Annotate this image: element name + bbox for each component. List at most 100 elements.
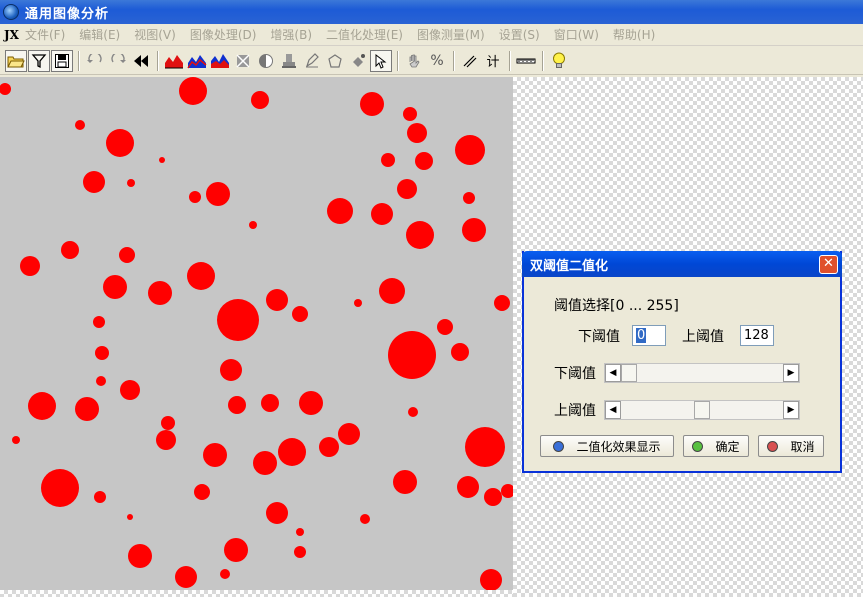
particle — [360, 92, 384, 116]
particle — [220, 359, 242, 381]
green-led-icon — [692, 440, 704, 452]
particle — [128, 544, 152, 568]
dialog-buttons: 二值化效果显示 确定 取消 — [540, 435, 824, 457]
particle — [224, 538, 248, 562]
rewind-icon[interactable] — [130, 50, 152, 72]
upper-slider-label: 上阈值 — [554, 403, 596, 419]
menu-file[interactable]: 文件(F) — [25, 26, 65, 43]
toolbar-separator — [453, 50, 455, 71]
app-window: 通用图像分析 JX 文件(F) 编辑(E) 视图(V) 图像处理(D) 增强(B… — [0, 0, 863, 597]
undo-icon[interactable] — [84, 50, 106, 72]
particle — [228, 396, 246, 414]
particle — [94, 491, 106, 503]
contrast-icon[interactable] — [255, 50, 277, 72]
toolbar-separator — [542, 50, 544, 71]
select-arrow-icon[interactable] — [370, 49, 392, 72]
particle — [294, 546, 306, 558]
hand-icon[interactable] — [403, 50, 425, 72]
toolbar-separator — [157, 50, 159, 71]
upper-threshold-slider[interactable]: ◀ ▶ — [604, 400, 800, 420]
save-icon[interactable] — [51, 49, 73, 72]
upper-slider-row: 上阈值 ◀ ▶ — [554, 400, 800, 420]
canvas-background-bottom — [0, 590, 513, 597]
particle — [457, 476, 479, 498]
particle — [159, 157, 165, 163]
polygon-icon[interactable] — [324, 50, 346, 72]
particle — [106, 129, 134, 157]
scroll-right-icon[interactable]: ▶ — [783, 401, 799, 419]
menu-edit[interactable]: 编辑(E) — [79, 26, 120, 43]
preview-button[interactable]: 二值化效果显示 — [540, 435, 674, 457]
fill-icon[interactable] — [347, 50, 369, 72]
scroll-right-icon[interactable]: ▶ — [783, 364, 799, 382]
upper-threshold-input[interactable]: 128 — [740, 325, 774, 346]
percent-icon[interactable]: % — [426, 50, 448, 72]
menu-measure[interactable]: 图像测量(M) — [417, 26, 485, 43]
app-logo: JX — [4, 27, 19, 42]
ok-button[interactable]: 确定 — [683, 435, 749, 457]
bulb-icon[interactable] — [548, 50, 570, 72]
particle — [278, 438, 306, 466]
particle-image — [0, 77, 513, 597]
particle — [261, 394, 279, 412]
lower-threshold-input[interactable]: 0 — [632, 325, 666, 346]
open-icon[interactable] — [5, 49, 27, 72]
menu-enhance[interactable]: 增强(B) — [270, 26, 312, 43]
line-icon[interactable] — [459, 50, 481, 72]
histogram-blue-icon[interactable] — [186, 50, 208, 72]
particle — [338, 423, 360, 445]
window-title: 通用图像分析 — [25, 6, 110, 22]
slider-thumb[interactable] — [694, 401, 711, 419]
slider-track[interactable] — [621, 401, 783, 419]
particle — [381, 153, 395, 167]
histogram-mixed-icon[interactable] — [209, 50, 231, 72]
count-icon[interactable]: 计 — [482, 50, 504, 72]
menu-settings[interactable]: 设置(S) — [499, 26, 540, 43]
image-canvas[interactable] — [0, 77, 513, 597]
cancel-button-label: 取消 — [790, 439, 815, 454]
menu-image-processing[interactable]: 图像处理(D) — [190, 26, 257, 43]
particle — [203, 443, 227, 467]
histogram-icon[interactable] — [163, 50, 185, 72]
scroll-left-icon[interactable]: ◀ — [605, 364, 621, 382]
pen-icon[interactable] — [301, 50, 323, 72]
cancel-button[interactable]: 取消 — [758, 435, 824, 457]
lower-threshold-slider[interactable]: ◀ ▶ — [604, 363, 800, 383]
particle — [127, 179, 135, 187]
particle — [194, 484, 210, 500]
particle — [61, 241, 79, 259]
stamp-icon[interactable] — [278, 50, 300, 72]
image-background — [0, 77, 513, 597]
menu-binarization[interactable]: 二值化处理(E) — [326, 26, 403, 43]
particle — [120, 380, 140, 400]
slider-thumb[interactable] — [621, 364, 637, 382]
slider-track[interactable] — [621, 364, 783, 382]
particle — [249, 221, 257, 229]
menu-help[interactable]: 帮助(H) — [613, 26, 655, 43]
blue-led-icon — [553, 440, 565, 452]
filter-icon[interactable] — [28, 49, 50, 72]
upper-threshold-value: 128 — [744, 328, 769, 343]
menu-window[interactable]: 窗口(W) — [554, 26, 599, 43]
scroll-left-icon[interactable]: ◀ — [605, 401, 621, 419]
particle — [96, 376, 106, 386]
toolbar-separator — [509, 50, 511, 71]
red-led-icon — [767, 440, 779, 452]
redo-icon[interactable] — [107, 50, 129, 72]
particle — [403, 107, 417, 121]
lower-threshold-label: 下阈值 — [578, 328, 620, 345]
crop-icon[interactable] — [232, 50, 254, 72]
menu-view[interactable]: 视图(V) — [134, 26, 176, 43]
preview-button-label: 二值化效果显示 — [576, 439, 661, 454]
particle — [484, 488, 502, 506]
particle — [103, 275, 127, 299]
close-icon[interactable]: ✕ — [819, 254, 838, 274]
particle — [119, 247, 135, 263]
particle — [451, 343, 469, 361]
toolbar-separator — [78, 50, 80, 71]
particle — [95, 346, 109, 360]
particle — [179, 77, 207, 105]
ruler-icon[interactable] — [515, 50, 537, 72]
particle — [354, 299, 362, 307]
particle — [266, 502, 288, 524]
